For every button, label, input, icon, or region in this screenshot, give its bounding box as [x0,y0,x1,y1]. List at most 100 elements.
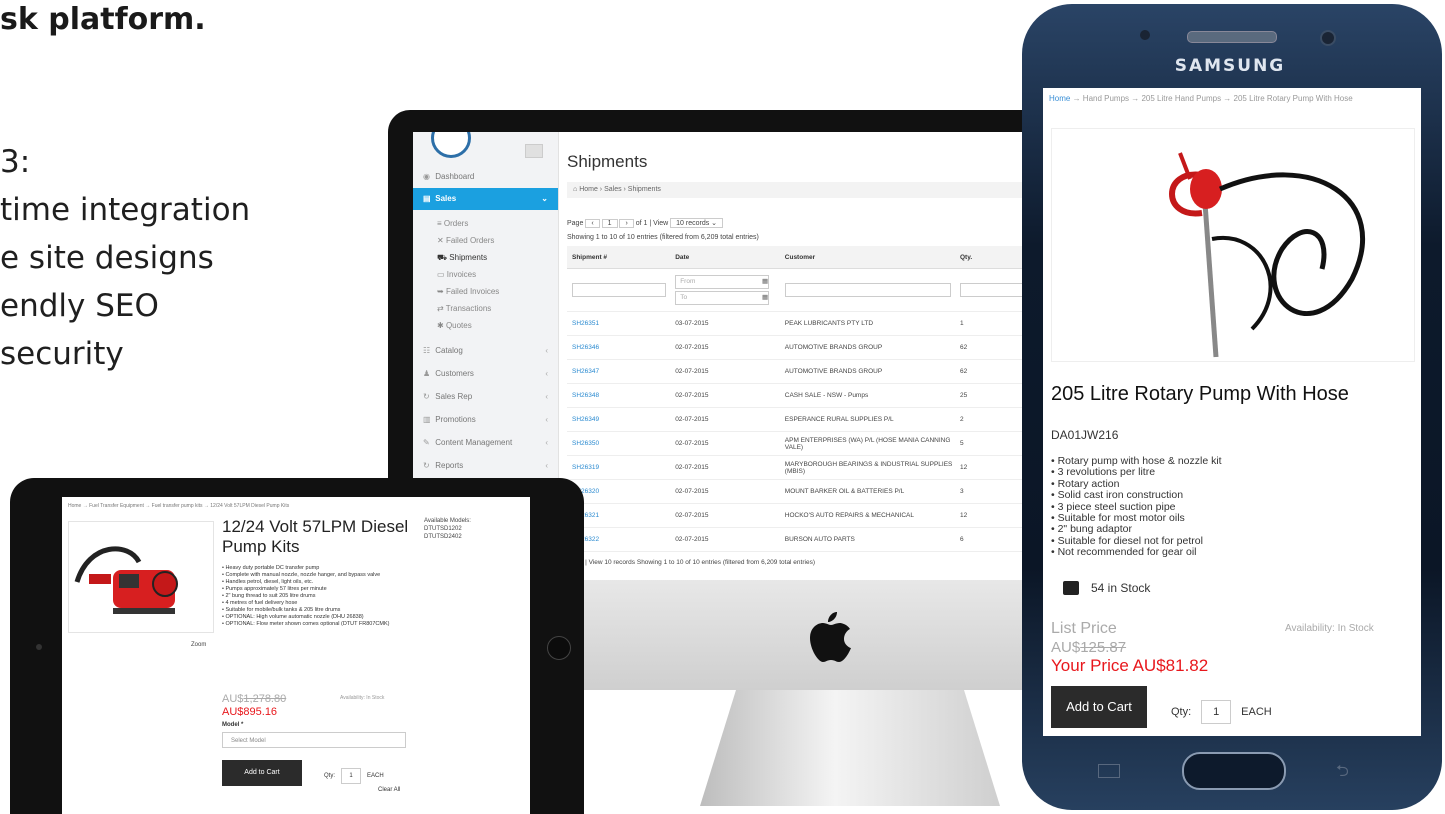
chevron-left-icon: ‹ [545,369,548,378]
phone-sensor [1140,30,1150,40]
date-cell: 02-07-2015 [670,407,780,432]
feature-item: • Heavy duty portable DC transfer pump [222,565,320,571]
sidebar-subitem-orders[interactable]: ≡ Orders [437,215,468,232]
table-row[interactable]: SH26321 02-07-2015 HOCKO'S AUTO REPAIRS & … [567,503,1023,528]
breadcrumb[interactable]: Home → Fuel Transfer Equipment → Fuel tr… [68,503,289,509]
customer-filter-input[interactable] [784,283,951,297]
shipment-id-link[interactable]: SH26350 [567,431,671,456]
phone-screen: Home → Hand Pumps → 205 Litre Hand Pumps… [1043,88,1421,736]
entries-summary: Showing 1 to 10 of 10 entries (filtered … [567,234,759,241]
quantity-input[interactable]: 1 [1201,700,1232,724]
table-row[interactable]: SH26346 02-07-2015 AUTOMOTIVE BRANDS GROUP… [567,335,1023,360]
sidebar-subitem-shipments[interactable]: ⛟ Shipments [437,249,487,266]
customer-cell: ESPERANCE RURAL SUPPLIES P/L [779,407,955,432]
customer-cell: AUTOMOTIVE BRANDS GROUP [779,359,955,384]
sidebar-item-customers[interactable]: ♟ Customers ‹ [413,363,558,385]
feature-item: • Not recommended for gear oil [1051,546,1197,559]
table-row[interactable]: SH26351 03-07-2015 PEAK LUBRICANTS PTY LTD… [567,311,1023,336]
qty-cell: 12 [955,503,1023,528]
table-row[interactable]: SH26350 02-07-2015 APM ENTERPRISES (WA) P/… [567,431,1023,456]
column-header-qty[interactable]: Qty. [955,246,1023,269]
records-per-page-select[interactable]: 10 records ⌄ [670,218,724,228]
column-header-shipment[interactable]: Shipment # [567,246,671,269]
model-select[interactable]: Select Model [222,732,406,748]
tablet-home-button[interactable] [547,636,571,660]
shipment-filter-input[interactable] [572,283,666,297]
add-to-cart-button[interactable]: Add to Cart [222,760,302,786]
sidebar-subitem-failed-orders[interactable]: ✕ Failed Orders [437,232,494,249]
customer-cell: APM ENTERPRISES (WA) P/L (HOSE MANIA CAN… [779,431,955,456]
customer-cell: CASH SALE - NSW - Pumps [779,383,955,408]
sidebar-item-sales[interactable]: ▤ Sales ⌄ [413,188,558,210]
table-row[interactable]: SH26347 02-07-2015 AUTOMOTIVE BRANDS GROUP… [567,359,1023,384]
date-from-input[interactable]: From ▦ [675,275,770,289]
availability: Availability: In Stock [340,695,385,701]
sidebar-item-content-management[interactable]: ✎ Content Management ‹ [413,432,558,454]
sidebar-item-promotions[interactable]: ▥ Promotions ‹ [413,409,558,431]
sidebar-item-catalog[interactable]: ☷ Catalog ‹ [413,340,558,362]
table-row[interactable]: SH26320 02-07-2015 MOUNT BARKER OIL & BATT… [567,479,1023,504]
list-price: AU$125.87 [1051,639,1127,656]
date-to-input[interactable]: To ▦ [675,291,770,305]
sidebar-subitem-quotes[interactable]: ✱ Quotes [437,317,472,334]
customer-cell: HOCKO'S AUTO REPAIRS & MECHANICAL [779,503,955,528]
shipment-id-link[interactable]: SH26348 [567,383,671,408]
bullet-line: endly SEO [0,288,159,324]
date-cell: 03-07-2015 [670,311,780,336]
table-footer: 1 of 1 | View 10 records Showing 1 to 10… [567,559,815,566]
customers-icon: ♟ [423,369,431,378]
rotary-pump-image [1169,152,1366,358]
stock-status: 54 in Stock [1091,581,1151,595]
sidebar-item-dashboard[interactable]: ◉ Dashboard [413,166,558,188]
shipment-id-link[interactable]: SH26346 [567,335,671,360]
sidebar-subitem-failed-invoices[interactable]: ➥ Failed Invoices [437,283,499,300]
qty-cell: 6 [955,527,1023,552]
breadcrumb-home-link[interactable]: Home [1049,94,1070,103]
recent-apps-icon[interactable] [1098,764,1120,778]
phone-home-button[interactable] [1182,752,1286,790]
add-to-cart-button[interactable]: Add to Cart [1051,686,1147,728]
table-row[interactable]: SH26322 02-07-2015 BURSON AUTO PARTS 6 [567,527,1023,552]
chevron-left-icon: ‹ [545,461,548,470]
qty-cell: 25 [955,383,1023,408]
date-cell: 02-07-2015 [670,503,780,528]
chevron-left-icon: ‹ [545,392,548,401]
table-row[interactable]: SH26348 02-07-2015 CASH SALE - NSW - Pumps… [567,383,1023,408]
available-models: Available Models: DTUTSD1202 DTUTSD2402 [424,518,471,540]
table-row[interactable]: SH26319 02-07-2015 MARYBOROUGH BEARINGS & … [567,455,1023,480]
clear-all-link[interactable]: Clear All [378,787,400,793]
sidebar-item-reports[interactable]: ↻ Reports ‹ [413,455,558,477]
shipment-id-link[interactable]: SH26319 [567,455,671,480]
dashboard-icon: ◉ [423,172,430,181]
product-image[interactable]: Zoom [68,521,214,648]
product-image[interactable] [1051,128,1415,362]
sidebar-subitem-transactions[interactable]: ⇄ Transactions [437,300,491,317]
zoom-link[interactable]: Zoom [191,642,206,648]
sidebar-toggle-button[interactable] [525,144,543,158]
column-header-date[interactable]: Date [670,246,780,269]
feature-item: • Complete with manual nozzle, nozzle ha… [222,572,381,578]
calendar-icon: ▦ [762,294,769,301]
sidebar-item-sales-rep[interactable]: ↻ Sales Rep ‹ [413,386,558,408]
shipment-id-link[interactable]: SH26347 [567,359,671,384]
chevron-left-icon: ‹ [545,438,548,447]
table-row[interactable]: SH26349 02-07-2015 ESPERANCE RURAL SUPPLIE… [567,407,1023,432]
qty-filter-input[interactable] [960,283,1023,297]
quantity-input[interactable]: 1 [341,768,362,784]
sidebar-subitem-invoices[interactable]: ▭ Invoices [437,266,476,283]
shipment-id-link[interactable]: SH26351 [567,311,671,336]
shipment-id-link[interactable]: SH26349 [567,407,671,432]
back-icon[interactable]: ⮌ [1336,760,1349,787]
column-header-customer[interactable]: Customer [779,246,955,269]
page-input[interactable]: 1 [601,219,618,228]
breadcrumb: Home → Hand Pumps → 205 Litre Hand Pumps… [1049,94,1353,103]
feature-item: • Solid cast iron construction [1051,489,1184,502]
product-features: • Rotary pump with hose & nozzle kit • 3 … [1051,455,1417,559]
date-cell: 02-07-2015 [670,431,780,456]
next-page-button[interactable]: › [619,219,634,228]
shipments-table: Shipment # Date Customer Qty. From ▦ To ▦ … [567,246,1023,552]
qty-cell: 5 [955,431,1023,456]
slide-title: sk platform. [0,2,206,37]
prev-page-button[interactable]: ‹ [585,219,600,228]
quantity: Qty: 1 EACH [324,768,384,784]
